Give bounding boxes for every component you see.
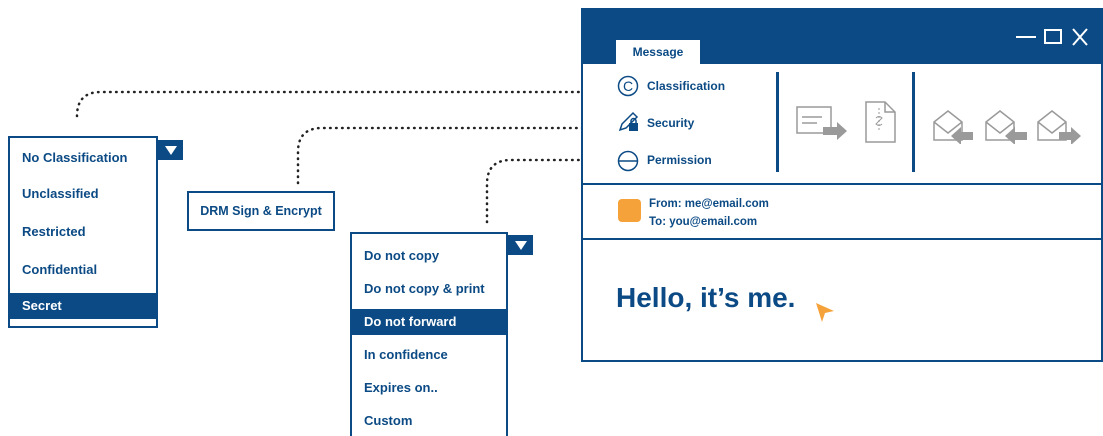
- classification-option[interactable]: Restricted: [10, 219, 156, 245]
- classification-option[interactable]: Unclassified: [10, 181, 156, 207]
- drm-sign-encrypt-button[interactable]: DRM Sign & Encrypt: [187, 191, 335, 231]
- classification-option[interactable]: Confidential: [10, 257, 156, 283]
- cursor-pointer-icon: [816, 303, 834, 322]
- ribbon-security[interactable]: Security: [647, 116, 694, 130]
- email-window: Message C Classification Security Permis…: [581, 8, 1103, 362]
- svg-text:C: C: [623, 78, 633, 94]
- permission-option[interactable]: In confidence: [352, 342, 506, 368]
- signed-document-icon[interactable]: [863, 100, 899, 144]
- permission-dropdown-arrow[interactable]: [508, 235, 533, 255]
- permission-dropdown-list[interactable]: Do not copy Do not copy & print Do not f…: [350, 232, 508, 436]
- permission-option[interactable]: Custom: [352, 408, 506, 434]
- chevron-down-icon: [164, 145, 177, 155]
- ribbon-separator: [776, 72, 779, 172]
- tab-message[interactable]: Message: [616, 40, 700, 64]
- classification-dropdown-list[interactable]: No Classification Unclassified Restricte…: [8, 136, 158, 328]
- message-body-text[interactable]: Hello, it’s me.: [616, 282, 795, 314]
- chevron-down-icon: [514, 240, 527, 250]
- classification-option-selected[interactable]: Secret: [10, 293, 156, 319]
- header-bottom-border: [583, 238, 1101, 240]
- from-address: From: me@email.com: [649, 198, 769, 210]
- security-lock-icon: [618, 111, 639, 132]
- connector-security: [296, 126, 612, 185]
- receive-envelope-icon[interactable]: [931, 108, 979, 144]
- ribbon-permission[interactable]: Permission: [647, 153, 712, 167]
- to-address: To: you@email.com: [649, 216, 758, 228]
- close-icon[interactable]: [1070, 26, 1092, 48]
- send-envelope-icon[interactable]: [795, 103, 851, 143]
- maximize-icon[interactable]: [1043, 26, 1065, 48]
- ribbon-separator: [912, 72, 915, 172]
- ribbon-classification[interactable]: Classification: [647, 79, 725, 93]
- forward-envelope-icon[interactable]: [1035, 108, 1083, 144]
- permission-icon: [617, 150, 639, 172]
- permission-option-selected[interactable]: Do not forward: [352, 309, 506, 335]
- permission-option[interactable]: Expires on..: [352, 375, 506, 401]
- connector-classification: [75, 90, 612, 118]
- avatar: [618, 199, 641, 222]
- reply-envelope-icon[interactable]: [983, 108, 1031, 144]
- classification-dropdown-arrow[interactable]: [158, 140, 183, 160]
- copyright-icon: C: [617, 75, 639, 97]
- permission-option[interactable]: Do not copy & print: [352, 276, 506, 302]
- minimize-icon[interactable]: [1015, 26, 1037, 48]
- classification-option[interactable]: No Classification: [10, 145, 156, 171]
- permission-option[interactable]: Do not copy: [352, 243, 506, 269]
- ribbon-bottom-border: [583, 183, 1101, 185]
